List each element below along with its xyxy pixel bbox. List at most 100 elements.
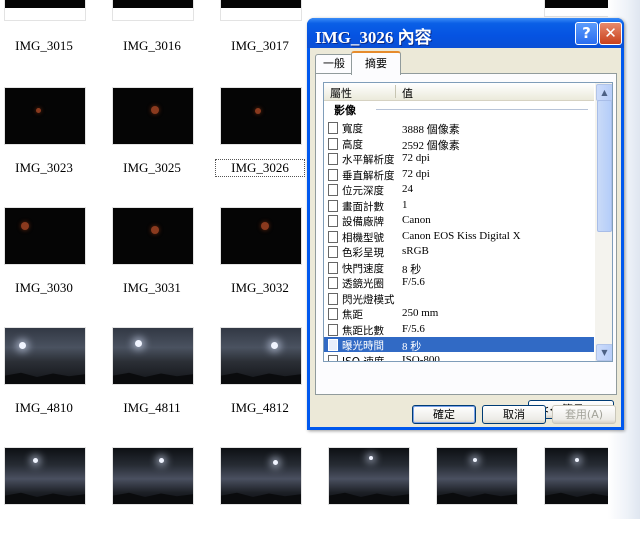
- property-row[interactable]: 位元深度 24: [324, 182, 594, 197]
- tile-row4-1[interactable]: [0, 435, 108, 555]
- tile-row4-4[interactable]: [324, 435, 432, 555]
- caption-img-3017[interactable]: IMG_3017: [216, 38, 304, 54]
- document-icon: [328, 339, 338, 351]
- property-key: 相機型號: [342, 231, 384, 244]
- thumbnail-img-3031[interactable]: [112, 207, 194, 265]
- thumbnail-img-3017[interactable]: [220, 0, 302, 21]
- group-heading-image: 影像: [334, 104, 356, 117]
- thumbnail-img-3025[interactable]: [112, 87, 194, 145]
- thumbnail-row4-2[interactable]: [112, 447, 194, 505]
- property-row[interactable]: 快門速度 8 秒: [324, 260, 594, 276]
- scroll-down-button[interactable]: ▼: [596, 344, 612, 361]
- property-row[interactable]: 閃光燈模式: [324, 291, 594, 306]
- caption-img-3026-selected[interactable]: IMG_3026: [215, 159, 305, 177]
- help-icon: ?: [582, 24, 591, 42]
- property-value: 1: [402, 198, 408, 211]
- property-row[interactable]: 設備廠牌 Canon: [324, 213, 594, 228]
- property-row[interactable]: 透鏡光圈 F/5.6: [324, 275, 594, 290]
- property-row[interactable]: ISO 速度 ISO-800: [324, 353, 594, 362]
- dialog-body: 一般 摘要 屬性 值 影像 寬度 3888 個像素 高度 2592 個像素 水平解析度 7…: [310, 48, 621, 427]
- thumbnail-img-3032[interactable]: [220, 207, 302, 265]
- tile-row4-2[interactable]: [108, 435, 216, 555]
- tab-general[interactable]: 一般: [315, 54, 353, 73]
- property-list[interactable]: 屬性 值 影像 寬度 3888 個像素 高度 2592 個像素 水平解析度 72 dpi 垂…: [323, 82, 613, 362]
- vertical-scrollbar[interactable]: ▲ ▼: [595, 83, 612, 361]
- thumbnail-img-4812[interactable]: [220, 327, 302, 385]
- property-row[interactable]: 水平解析度 72 dpi: [324, 151, 594, 166]
- property-row[interactable]: 焦距比數 F/5.6: [324, 322, 594, 337]
- caption-img-3023[interactable]: IMG_3023: [0, 160, 88, 176]
- thumbnail-img-4810[interactable]: [4, 327, 86, 385]
- column-divider[interactable]: [395, 85, 396, 98]
- tile-img-4811[interactable]: IMG_4811: [108, 315, 216, 435]
- caption-img-3030[interactable]: IMG_3030: [0, 280, 88, 296]
- property-row[interactable]: 高度 2592 個像素: [324, 136, 594, 152]
- caption-img-3031[interactable]: IMG_3031: [108, 280, 196, 296]
- thumbnail-img-3015[interactable]: [4, 0, 86, 21]
- property-key: ISO 速度: [342, 355, 385, 362]
- thumbnail-img-3026[interactable]: [220, 87, 302, 145]
- thumbnail-row4-1[interactable]: [4, 447, 86, 505]
- property-row[interactable]: 色彩呈現 sRGB: [324, 244, 594, 259]
- property-row[interactable]: 寬度 3888 個像素: [324, 120, 594, 136]
- document-icon: [328, 153, 338, 165]
- caption-img-4810[interactable]: IMG_4810: [0, 400, 88, 416]
- property-row[interactable]: 曝光時間 8 秒: [324, 337, 594, 353]
- property-key: 位元深度: [342, 185, 384, 197]
- document-icon: [328, 184, 338, 196]
- thumbnail-row4-5[interactable]: [436, 447, 518, 505]
- tab-summary[interactable]: 摘要: [351, 51, 401, 75]
- document-icon: [328, 354, 338, 361]
- property-row[interactable]: 畫面計數 1: [324, 198, 594, 213]
- tile-img-3030[interactable]: IMG_3030: [0, 195, 108, 315]
- dialog-titlebar[interactable]: IMG_3026 內容 ? ✕: [307, 18, 624, 48]
- thumbnail-row4-3[interactable]: [220, 447, 302, 505]
- thumbnail-row4-4[interactable]: [328, 447, 410, 505]
- ok-button[interactable]: 確定: [412, 405, 476, 424]
- tile-row4-3[interactable]: [216, 435, 324, 555]
- property-value: ISO-800: [402, 353, 440, 362]
- property-value: 72 dpi: [402, 167, 430, 180]
- property-value: 72 dpi: [402, 152, 430, 164]
- caption-img-4811[interactable]: IMG_4811: [108, 400, 196, 416]
- thumbnail-img-4811[interactable]: [112, 327, 194, 385]
- document-icon: [328, 292, 338, 305]
- thumbnail-img-3030[interactable]: [4, 207, 86, 265]
- tile-img-3031[interactable]: IMG_3031: [108, 195, 216, 315]
- thumbnail-img-3023[interactable]: [4, 87, 86, 145]
- document-icon: [328, 323, 338, 336]
- property-value: Canon: [402, 214, 431, 226]
- close-icon: ✕: [604, 24, 617, 42]
- property-value: F/5.6: [402, 276, 425, 288]
- caption-img-3032[interactable]: IMG_3032: [216, 280, 304, 296]
- property-value: Canon EOS Kiss Digital X: [402, 229, 521, 242]
- document-icon: [328, 261, 338, 274]
- document-icon: [328, 122, 338, 134]
- caption-img-3025[interactable]: IMG_3025: [108, 160, 196, 176]
- tile-img-3025[interactable]: IMG_3025: [108, 75, 216, 195]
- close-button[interactable]: ✕: [599, 22, 622, 45]
- property-row[interactable]: 垂直解析度 72 dpi: [324, 167, 594, 182]
- column-header-property[interactable]: 屬性: [330, 85, 352, 101]
- column-header-value[interactable]: 值: [402, 85, 413, 101]
- caption-img-4812[interactable]: IMG_4812: [216, 400, 304, 416]
- arrow-up-icon: ▲: [601, 88, 608, 97]
- property-key: 焦距比數: [342, 324, 384, 337]
- tile-img-3023[interactable]: IMG_3023: [0, 75, 108, 195]
- property-key: 焦距: [342, 309, 363, 321]
- tile-img-4810[interactable]: IMG_4810: [0, 315, 108, 435]
- document-icon: [328, 308, 338, 320]
- scroll-thumb[interactable]: [597, 100, 612, 232]
- cancel-button[interactable]: 取消: [482, 405, 546, 424]
- property-row[interactable]: 相機型號 Canon EOS Kiss Digital X: [324, 229, 594, 244]
- caption-img-3016[interactable]: IMG_3016: [108, 38, 196, 54]
- scroll-up-button[interactable]: ▲: [596, 84, 612, 101]
- apply-button[interactable]: 套用(A): [552, 405, 616, 424]
- help-button[interactable]: ?: [575, 22, 598, 45]
- property-key: 寬度: [342, 123, 363, 135]
- caption-img-3015[interactable]: IMG_3015: [0, 38, 88, 54]
- tile-row4-5[interactable]: [432, 435, 540, 555]
- property-row[interactable]: 焦距 250 mm: [324, 306, 594, 321]
- property-key: 閃光燈模式: [342, 293, 395, 306]
- thumbnail-img-3016[interactable]: [112, 0, 194, 21]
